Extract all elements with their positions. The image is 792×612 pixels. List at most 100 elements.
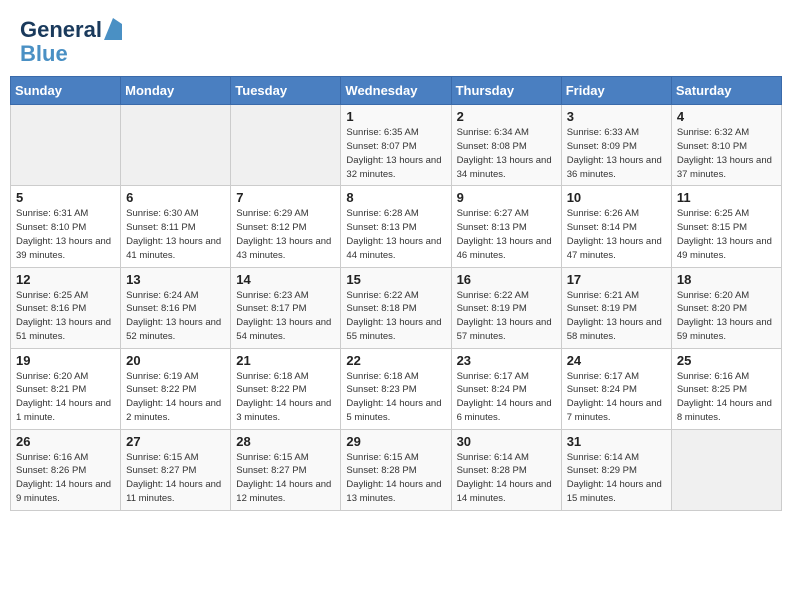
calendar-cell: 6 Sunrise: 6:30 AM Sunset: 8:11 PM Daylig… (121, 186, 231, 267)
day-info: Sunrise: 6:20 AM Sunset: 8:21 PM Dayligh… (16, 370, 115, 425)
day-number: 23 (457, 353, 556, 368)
calendar-cell: 13 Sunrise: 6:24 AM Sunset: 8:16 PM Dayli… (121, 267, 231, 348)
day-info: Sunrise: 6:26 AM Sunset: 8:14 PM Dayligh… (567, 207, 666, 262)
day-info: Sunrise: 6:17 AM Sunset: 8:24 PM Dayligh… (457, 370, 556, 425)
calendar-cell: 22Sunrise: 6:18 AM Sunset: 8:23 PM Dayli… (341, 348, 451, 429)
day-of-week-header: Monday (121, 77, 231, 105)
day-of-week-header: Friday (561, 77, 671, 105)
calendar-cell: 27 Sunrise: 6:15 AM Sunset: 8:27 PM Dayli… (121, 429, 231, 510)
day-number: 22 (346, 353, 445, 368)
calendar-cell: 14 Sunrise: 6:23 AM Sunset: 8:17 PM Dayli… (231, 267, 341, 348)
calendar-cell: 9 Sunrise: 6:27 AM Sunset: 8:13 PM Daylig… (451, 186, 561, 267)
calendar-cell: 26Sunrise: 6:16 AM Sunset: 8:26 PM Dayli… (11, 429, 121, 510)
calendar-week-row: 19 Sunrise: 6:20 AM Sunset: 8:21 PM Dayli… (11, 348, 782, 429)
header: General Blue (10, 10, 782, 70)
day-info: Sunrise: 6:14 AM Sunset: 8:29 PM Dayligh… (567, 451, 666, 506)
day-number: 7 (236, 190, 335, 205)
day-of-week-header: Tuesday (231, 77, 341, 105)
day-info: Sunrise: 6:21 AM Sunset: 8:19 PM Dayligh… (567, 289, 666, 344)
day-number: 1 (346, 109, 445, 124)
calendar-cell (231, 105, 341, 186)
calendar-header-row: SundayMondayTuesdayWednesdayThursdayFrid… (11, 77, 782, 105)
day-info: Sunrise: 6:19 AM Sunset: 8:22 PM Dayligh… (126, 370, 225, 425)
day-info: Sunrise: 6:23 AM Sunset: 8:17 PM Dayligh… (236, 289, 335, 344)
day-number: 25 (677, 353, 776, 368)
calendar-cell: 7 Sunrise: 6:29 AM Sunset: 8:12 PM Daylig… (231, 186, 341, 267)
calendar-cell: 19 Sunrise: 6:20 AM Sunset: 8:21 PM Dayli… (11, 348, 121, 429)
day-number: 16 (457, 272, 556, 287)
calendar-cell: 18Sunrise: 6:20 AM Sunset: 8:20 PM Dayli… (671, 267, 781, 348)
calendar-cell: 25 Sunrise: 6:16 AM Sunset: 8:25 PM Dayli… (671, 348, 781, 429)
day-info: Sunrise: 6:25 AM Sunset: 8:16 PM Dayligh… (16, 289, 115, 344)
day-info: Sunrise: 6:22 AM Sunset: 8:18 PM Dayligh… (346, 289, 445, 344)
day-info: Sunrise: 6:31 AM Sunset: 8:10 PM Dayligh… (16, 207, 115, 262)
day-info: Sunrise: 6:27 AM Sunset: 8:13 PM Dayligh… (457, 207, 556, 262)
day-number: 26 (16, 434, 115, 449)
day-info: Sunrise: 6:20 AM Sunset: 8:20 PM Dayligh… (677, 289, 776, 344)
day-info: Sunrise: 6:34 AM Sunset: 8:08 PM Dayligh… (457, 126, 556, 181)
calendar-cell (11, 105, 121, 186)
day-info: Sunrise: 6:15 AM Sunset: 8:27 PM Dayligh… (236, 451, 335, 506)
calendar-cell: 1 Sunrise: 6:35 AM Sunset: 8:07 PM Daylig… (341, 105, 451, 186)
day-number: 13 (126, 272, 225, 287)
day-number: 27 (126, 434, 225, 449)
calendar-cell (121, 105, 231, 186)
calendar-cell: 4Sunrise: 6:32 AM Sunset: 8:10 PM Daylig… (671, 105, 781, 186)
day-number: 19 (16, 353, 115, 368)
day-number: 3 (567, 109, 666, 124)
day-info: Sunrise: 6:32 AM Sunset: 8:10 PM Dayligh… (677, 126, 776, 181)
day-number: 14 (236, 272, 335, 287)
day-number: 29 (346, 434, 445, 449)
calendar-cell: 11Sunrise: 6:25 AM Sunset: 8:15 PM Dayli… (671, 186, 781, 267)
calendar-cell: 28 Sunrise: 6:15 AM Sunset: 8:27 PM Dayli… (231, 429, 341, 510)
day-info: Sunrise: 6:29 AM Sunset: 8:12 PM Dayligh… (236, 207, 335, 262)
day-number: 30 (457, 434, 556, 449)
calendar-cell (671, 429, 781, 510)
day-number: 15 (346, 272, 445, 287)
day-of-week-header: Thursday (451, 77, 561, 105)
day-info: Sunrise: 6:28 AM Sunset: 8:13 PM Dayligh… (346, 207, 445, 262)
day-info: Sunrise: 6:22 AM Sunset: 8:19 PM Dayligh… (457, 289, 556, 344)
calendar-cell: 2 Sunrise: 6:34 AM Sunset: 8:08 PM Daylig… (451, 105, 561, 186)
day-number: 5 (16, 190, 115, 205)
day-number: 20 (126, 353, 225, 368)
day-number: 17 (567, 272, 666, 287)
day-number: 9 (457, 190, 556, 205)
calendar-cell: 10Sunrise: 6:26 AM Sunset: 8:14 PM Dayli… (561, 186, 671, 267)
day-info: Sunrise: 6:18 AM Sunset: 8:22 PM Dayligh… (236, 370, 335, 425)
calendar-cell: 8 Sunrise: 6:28 AM Sunset: 8:13 PM Daylig… (341, 186, 451, 267)
calendar-cell: 5 Sunrise: 6:31 AM Sunset: 8:10 PM Daylig… (11, 186, 121, 267)
day-info: Sunrise: 6:17 AM Sunset: 8:24 PM Dayligh… (567, 370, 666, 425)
logo: General Blue (20, 18, 122, 66)
calendar-week-row: 12Sunrise: 6:25 AM Sunset: 8:16 PM Dayli… (11, 267, 782, 348)
calendar-cell: 24 Sunrise: 6:17 AM Sunset: 8:24 PM Dayli… (561, 348, 671, 429)
day-of-week-header: Saturday (671, 77, 781, 105)
calendar-cell: 15 Sunrise: 6:22 AM Sunset: 8:18 PM Dayli… (341, 267, 451, 348)
day-info: Sunrise: 6:24 AM Sunset: 8:16 PM Dayligh… (126, 289, 225, 344)
day-of-week-header: Wednesday (341, 77, 451, 105)
day-number: 28 (236, 434, 335, 449)
day-info: Sunrise: 6:30 AM Sunset: 8:11 PM Dayligh… (126, 207, 225, 262)
logo-general: General (20, 18, 102, 42)
day-info: Sunrise: 6:35 AM Sunset: 8:07 PM Dayligh… (346, 126, 445, 181)
day-number: 24 (567, 353, 666, 368)
calendar-cell: 30Sunrise: 6:14 AM Sunset: 8:28 PM Dayli… (451, 429, 561, 510)
day-number: 2 (457, 109, 556, 124)
calendar-cell: 17 Sunrise: 6:21 AM Sunset: 8:19 PM Dayli… (561, 267, 671, 348)
calendar-cell: 21 Sunrise: 6:18 AM Sunset: 8:22 PM Dayli… (231, 348, 341, 429)
day-number: 31 (567, 434, 666, 449)
logo-icon (104, 18, 122, 40)
day-number: 21 (236, 353, 335, 368)
day-info: Sunrise: 6:25 AM Sunset: 8:15 PM Dayligh… (677, 207, 776, 262)
calendar-week-row: 26Sunrise: 6:16 AM Sunset: 8:26 PM Dayli… (11, 429, 782, 510)
day-info: Sunrise: 6:16 AM Sunset: 8:25 PM Dayligh… (677, 370, 776, 425)
logo-blue: Blue (20, 42, 122, 66)
day-number: 8 (346, 190, 445, 205)
calendar-cell: 29 Sunrise: 6:15 AM Sunset: 8:28 PM Dayli… (341, 429, 451, 510)
calendar-cell: 3Sunrise: 6:33 AM Sunset: 8:09 PM Daylig… (561, 105, 671, 186)
calendar-cell: 31 Sunrise: 6:14 AM Sunset: 8:29 PM Dayli… (561, 429, 671, 510)
calendar-cell: 16 Sunrise: 6:22 AM Sunset: 8:19 PM Dayli… (451, 267, 561, 348)
day-number: 6 (126, 190, 225, 205)
day-info: Sunrise: 6:15 AM Sunset: 8:27 PM Dayligh… (126, 451, 225, 506)
day-info: Sunrise: 6:15 AM Sunset: 8:28 PM Dayligh… (346, 451, 445, 506)
